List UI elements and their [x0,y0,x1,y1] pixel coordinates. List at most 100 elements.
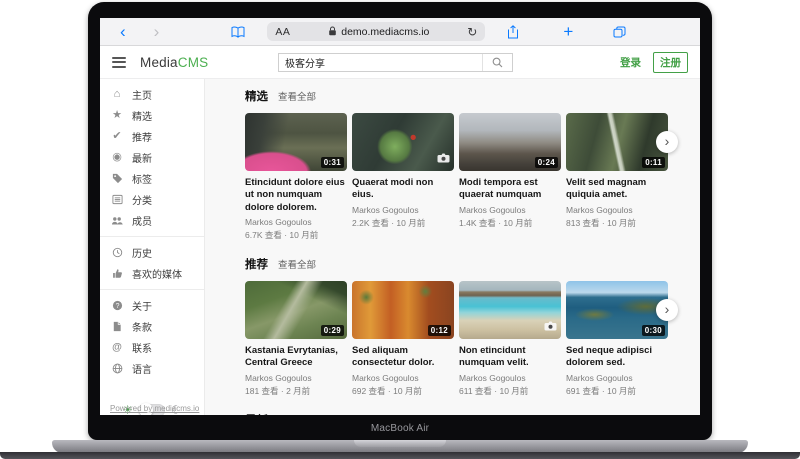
video-thumbnail[interactable] [459,281,561,339]
sidebar-item-members[interactable]: 成员 [100,210,204,231]
screen-content: ‹ › AA demo.mediacms.io ↻ [100,18,700,415]
sidebar: ⌂ 主页 ★ 精选 ✔ 推荐 ◉ 最新 [100,79,205,415]
section-latest: 最新 [245,412,700,415]
chevron-right-icon: › [665,302,670,316]
search-icon [492,57,503,68]
video-title[interactable]: Etincidunt dolore eius ut non numquam do… [245,177,347,214]
duration-badge: 0:24 [535,157,558,168]
sidebar-item-contact[interactable]: @ 联系 [100,337,204,358]
chevron-right-icon: › [665,134,670,148]
sidebar-item-categories[interactable]: 分类 [100,189,204,210]
section-featured: 精选 查看全部 0:31 Etincidunt dolore eius ut n… [245,88,700,241]
camera-badge-icon [437,150,450,168]
video-card[interactable]: 0:12 Sed aliquam consectetur dolor. Mark… [352,281,454,397]
video-title[interactable]: Kastania Evrytanias, Central Greece [245,345,347,370]
video-card[interactable]: 0:29 Kastania Evrytanias, Central Greece… [245,281,347,397]
category-icon [110,194,124,205]
login-button[interactable]: 登录 [620,55,641,70]
tabs-icon[interactable] [613,26,626,38]
sidebar-item-tags[interactable]: 标签 [100,168,204,189]
video-card[interactable]: Non etincidunt numquam velit. Markos Gog… [459,281,561,397]
help-icon: ? [110,300,124,311]
sidebar-item-history[interactable]: 历史 [100,242,204,263]
duration-badge: 0:11 [642,157,665,168]
browser-toolbar: ‹ › AA demo.mediacms.io ↻ [100,18,700,46]
scroll-next-button[interactable]: › [656,131,678,153]
svg-text:?: ? [115,303,119,310]
sidebar-item-language[interactable]: 语言 [100,358,204,379]
video-author[interactable]: Markos Gogoulos [566,205,668,215]
share-icon[interactable] [507,25,519,39]
powered-by-link[interactable]: Powered by mediacms.io [110,404,199,413]
video-stats: 813 查看 · 10 月前 [566,217,668,229]
main-content: 精选 查看全部 0:31 Etincidunt dolore eius ut n… [205,79,700,415]
reload-icon[interactable]: ↻ [467,25,477,39]
site-logo[interactable]: MediaCMS [140,55,208,70]
register-button[interactable]: 注册 [653,52,688,73]
address-bar[interactable]: AA demo.mediacms.io ↻ [267,22,485,41]
video-thumbnail[interactable]: 0:24 [459,113,561,171]
video-thumbnail[interactable]: 0:31 [245,113,347,171]
video-title[interactable]: Non etincidunt numquam velit. [459,345,561,370]
forward-icon[interactable]: › [154,23,160,40]
video-author[interactable]: Markos Gogoulos [459,205,561,215]
sidebar-item-about[interactable]: ? 关于 [100,295,204,316]
sidebar-divider [100,236,204,237]
video-author[interactable]: Markos Gogoulos [459,373,561,383]
laptop-screen-bezel: ‹ › AA demo.mediacms.io ↻ [88,2,712,440]
video-stats: 691 查看 · 10 月前 [566,385,668,397]
thumb-up-icon [110,268,124,279]
video-thumbnail[interactable]: 0:12 [352,281,454,339]
at-icon: @ [110,343,124,353]
video-title[interactable]: Modi tempora est quaerat numquam [459,177,561,202]
laptop-base-edge [0,452,800,459]
video-title[interactable]: Velit sed magnam quiquia amet. [566,177,668,202]
video-thumbnail[interactable]: 0:30 [566,281,668,339]
video-card[interactable]: Quaerat modi non eius. Markos Gogoulos 2… [352,113,454,241]
video-title[interactable]: Sed aliquam consectetur dolor. [352,345,454,370]
sidebar-item-home[interactable]: ⌂ 主页 [100,84,204,105]
laptop-lid-notch [354,440,446,447]
sidebar-divider [100,289,204,290]
sidebar-item-liked-media[interactable]: 喜欢的媒体 [100,263,204,284]
sidebar-item-terms[interactable]: 条款 [100,316,204,337]
video-author[interactable]: Markos Gogoulos [352,205,454,215]
back-icon[interactable]: ‹ [120,23,126,40]
card-row: 0:31 Etincidunt dolore eius ut non numqu… [245,113,668,241]
video-stats: 611 查看 · 10 月前 [459,385,561,397]
video-title[interactable]: Sed neque adipisci dolorem sed. [566,345,668,370]
video-thumbnail[interactable]: 0:11 [566,113,668,171]
video-author[interactable]: Markos Gogoulos [352,373,454,383]
reader-mode-button[interactable]: AA [275,26,290,38]
section-recommended: 推荐 查看全部 0:29 Kastania Evrytanias, Centra… [245,256,700,397]
video-stats: 2.2K 查看 · 10 月前 [352,217,454,229]
video-card[interactable]: 0:11 Velit sed magnam quiquia amet. Mark… [566,113,668,241]
duration-badge: 0:12 [428,325,451,336]
sidebar-item-latest[interactable]: ◉ 最新 [100,147,204,168]
scroll-next-button[interactable]: › [656,299,678,321]
search-button[interactable] [482,54,512,71]
new-releases-icon: ◉ [110,152,124,163]
video-author[interactable]: Markos Gogoulos [245,217,347,227]
hamburger-menu-icon[interactable] [112,54,126,70]
view-all-link[interactable]: 查看全部 [278,89,316,103]
video-thumbnail[interactable]: 0:29 [245,281,347,339]
duration-badge: 0:29 [321,325,344,336]
video-author[interactable]: Markos Gogoulos [245,373,347,383]
video-card[interactable]: 0:30 Sed neque adipisci dolorem sed. Mar… [566,281,668,397]
video-thumbnail[interactable] [352,113,454,171]
video-stats: 692 查看 · 10 月前 [352,385,454,397]
new-tab-icon[interactable]: + [563,23,573,40]
sidebar-item-recommended[interactable]: ✔ 推荐 [100,126,204,147]
view-all-link[interactable]: 查看全部 [278,257,316,271]
video-card[interactable]: 0:31 Etincidunt dolore eius ut non numqu… [245,113,347,241]
bookmarks-icon[interactable] [231,26,245,38]
search-input[interactable] [279,54,482,71]
video-author[interactable]: Markos Gogoulos [566,373,668,383]
auth-actions: 登录 注册 [620,46,688,79]
document-icon [110,321,124,332]
section-title: 精选 [245,88,268,104]
video-card[interactable]: 0:24 Modi tempora est quaerat numquam Ma… [459,113,561,241]
video-title[interactable]: Quaerat modi non eius. [352,177,454,202]
sidebar-item-featured[interactable]: ★ 精选 [100,105,204,126]
